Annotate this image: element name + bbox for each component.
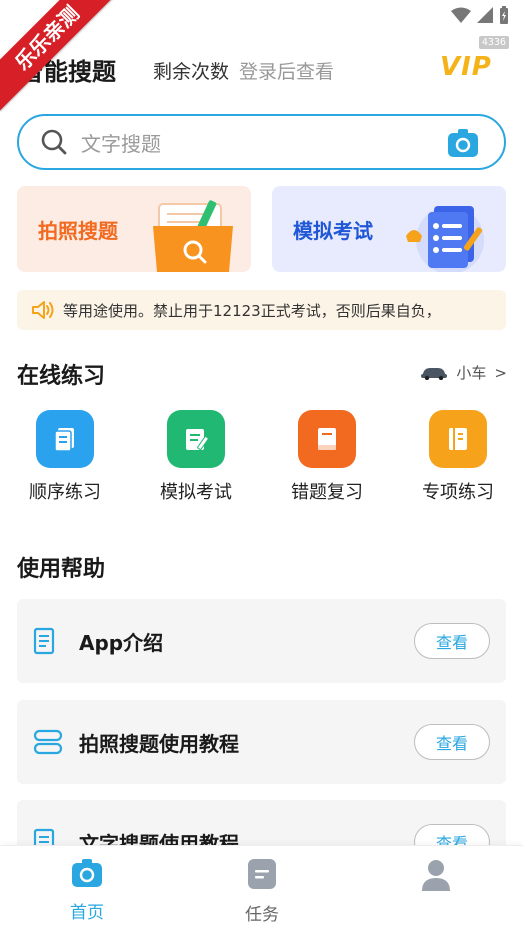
tab-profile[interactable] [376,858,496,902]
layers-icon [33,729,63,755]
remaining-label: 剩余次数 [153,61,230,83]
practice-label: 模拟考试 [160,482,232,503]
help-item-photo-tutorial[interactable]: 拍照搜题使用教程 查看 [17,700,506,784]
help-section-title: 使用帮助 [17,557,106,582]
vehicle-selector[interactable]: 小车 > [420,362,507,383]
search-icon [41,129,67,155]
vehicle-label: 小车 [456,364,487,382]
document-icon [33,627,55,655]
notice-bar: 等用途使用。禁止用于12123正式考试，否则后果自负， [17,290,506,330]
speaker-icon [32,301,54,319]
vip-button[interactable]: VIP [440,52,492,82]
chevron-right-icon: > [494,363,507,382]
practice-label: 专项练习 [422,482,494,503]
tab-task-label: 任务 [245,905,279,925]
camera-icon [72,859,102,887]
profile-icon [422,860,450,891]
practice-label: 顺序练习 [29,482,101,503]
practice-section-title: 在线练习 [17,364,106,389]
edit-doc-icon [167,410,225,468]
notice-text: 等用途使用。禁止用于12123正式考试，否则后果自负， [63,301,441,320]
battery-icon [500,6,508,24]
help-item-label: 拍照搜题使用教程 [79,732,239,756]
checklist-icon [406,206,484,272]
car-icon [421,367,448,380]
task-icon [248,859,276,889]
wifi-icon [451,7,471,23]
tab-task[interactable]: 任务 [202,858,322,925]
status-icons [451,6,509,24]
header: 智能搜题 剩余次数 登录后查看 VIP [0,48,523,88]
practice-mock-exam[interactable]: 模拟考试 [131,410,261,504]
photo-search-card[interactable]: 拍照搜题 [17,186,251,272]
view-button[interactable]: 查看 [414,724,490,760]
help-item-app-intro[interactable]: App介绍 查看 [17,599,506,683]
tab-home-label: 首页 [70,903,104,923]
remaining-login-link[interactable]: 登录后查看 [239,57,334,84]
sequence-doc-icon [36,410,94,468]
practice-label: 错题复习 [291,482,363,503]
mock-exam-card[interactable]: 模拟考试 [272,186,506,272]
view-button[interactable]: 查看 [414,623,490,659]
search-input[interactable]: 文字搜题 [17,114,506,170]
search-placeholder: 文字搜题 [81,131,161,156]
tab-home[interactable]: 首页 [27,858,147,923]
camera-icon[interactable] [446,128,480,158]
notebook-icon [429,410,487,468]
practice-wrong-review[interactable]: 错题复习 [262,410,392,504]
book-icon [298,410,356,468]
practice-special[interactable]: 专项练习 [393,410,523,504]
practice-sequence[interactable]: 顺序练习 [0,410,130,504]
help-item-label: App介绍 [79,631,164,655]
photo-search-label: 拍照搜题 [38,219,118,243]
signal-icon [477,7,493,23]
mock-exam-label: 模拟考试 [293,219,373,243]
bottom-tab-bar: 首页 任务 [0,845,523,931]
folder-search-icon [153,200,233,272]
